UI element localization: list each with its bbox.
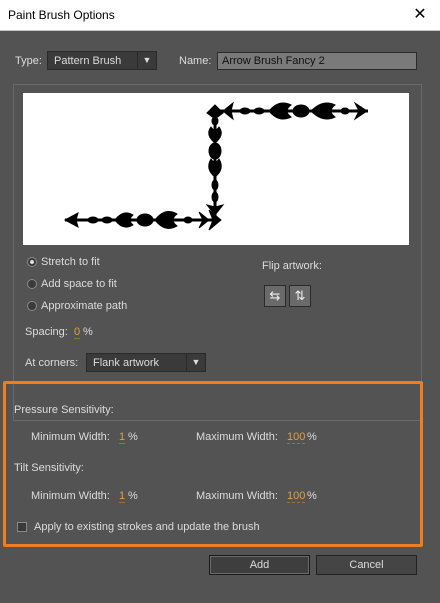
tilt-heading: Tilt Sensitivity: xyxy=(14,462,84,474)
radio-add-space-to-fit[interactable] xyxy=(27,279,37,289)
flip-horizontal-icon[interactable]: ⇆ xyxy=(264,285,286,307)
add-button[interactable]: Add xyxy=(209,555,310,575)
pressure-max-value[interactable]: 100 xyxy=(287,431,306,444)
chevron-down-icon: ▼ xyxy=(186,354,205,371)
pressure-min-unit: % xyxy=(128,431,138,443)
stretch-to-fit-label: Stretch to fit xyxy=(41,256,100,268)
flip-artwork-label: Flip artwork: xyxy=(262,260,322,272)
corners-label: At corners: xyxy=(25,357,79,369)
type-dropdown[interactable]: Pattern Brush ▼ xyxy=(47,51,157,70)
pressure-max-label: Maximum Width: xyxy=(196,431,278,443)
type-label: Type: xyxy=(15,55,42,67)
name-label: Name: xyxy=(179,55,212,67)
window-title: Paint Brush Options xyxy=(8,8,115,22)
approximate-path-label: Approximate path xyxy=(41,300,128,312)
pressure-min-value[interactable]: 1 xyxy=(119,431,126,444)
pressure-min-label: Minimum Width: xyxy=(31,431,110,443)
chevron-down-icon: ▼ xyxy=(137,52,156,69)
spacing-label: Spacing: xyxy=(25,326,68,338)
close-icon[interactable]: ✕ xyxy=(410,5,430,25)
apply-checkbox[interactable] xyxy=(17,522,27,532)
flip-vertical-icon[interactable]: ⇅ xyxy=(289,285,311,307)
dialog-body: Type: Pattern Brush ▼ Name: Arrow Brush … xyxy=(0,31,440,603)
cancel-button[interactable]: Cancel xyxy=(316,555,417,575)
brush-preview xyxy=(23,93,409,245)
spacing-unit: % xyxy=(83,326,93,338)
pressure-heading: Pressure Sensitivity: xyxy=(14,404,114,416)
corners-dropdown[interactable]: Flank artwork ▼ xyxy=(86,353,206,372)
pressure-max-unit: % xyxy=(307,431,317,443)
name-field[interactable]: Arrow Brush Fancy 2 xyxy=(217,52,417,70)
tilt-min-label: Minimum Width: xyxy=(31,490,110,502)
tilt-max-unit: % xyxy=(307,490,317,502)
apply-label: Apply to existing strokes and update the… xyxy=(34,521,260,533)
tilt-min-unit: % xyxy=(128,490,138,502)
title-bar: Paint Brush Options ✕ xyxy=(0,0,440,31)
add-space-to-fit-label: Add space to fit xyxy=(41,278,117,290)
tilt-min-value[interactable]: 1 xyxy=(119,490,126,503)
tilt-max-label: Maximum Width: xyxy=(196,490,278,502)
tilt-max-value[interactable]: 100 xyxy=(287,490,306,503)
radio-stretch-to-fit[interactable] xyxy=(27,257,37,267)
pattern-artwork xyxy=(63,101,368,231)
corners-value: Flank artwork xyxy=(93,357,160,369)
type-value: Pattern Brush xyxy=(54,55,122,67)
radio-approximate-path[interactable] xyxy=(27,301,37,311)
spacing-value[interactable]: 0 xyxy=(74,326,81,339)
